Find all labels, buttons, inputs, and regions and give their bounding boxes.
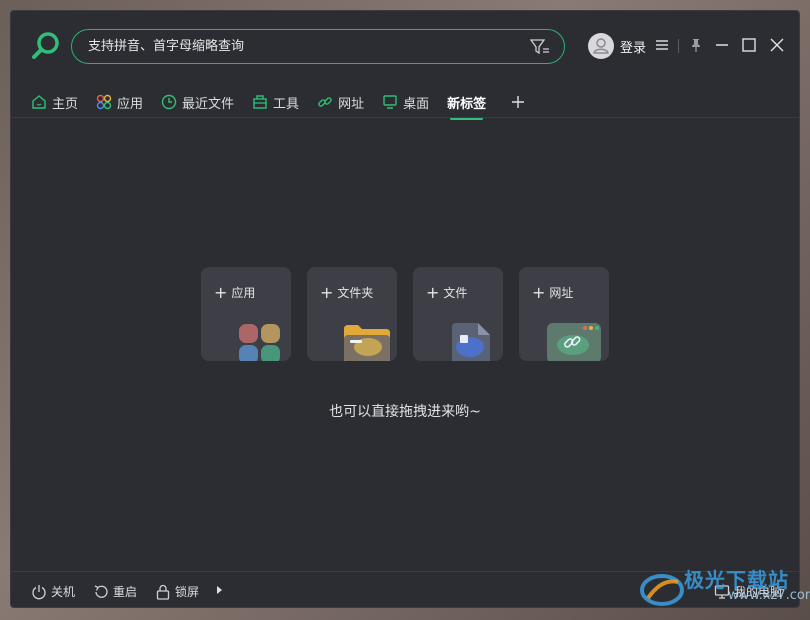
plus-icon: + bbox=[320, 282, 334, 302]
menu-icon[interactable] bbox=[653, 36, 671, 54]
add-folder-card[interactable]: + 文件夹 bbox=[307, 267, 397, 361]
toolbox-icon bbox=[252, 94, 268, 110]
tab-urls[interactable]: 网址 bbox=[317, 87, 364, 117]
drag-hint-text: 也可以直接拖拽进来哟~ bbox=[329, 404, 481, 420]
add-tab-icon[interactable] bbox=[510, 94, 526, 110]
apps-tile-icon bbox=[238, 323, 284, 361]
card-label: 文件 bbox=[443, 286, 468, 300]
search-logo-icon bbox=[31, 31, 61, 61]
header-separator bbox=[678, 39, 679, 53]
file-icon bbox=[450, 323, 496, 361]
close-icon[interactable] bbox=[768, 36, 786, 54]
app-window: 登录 主页 bbox=[10, 10, 800, 608]
power-icon bbox=[31, 584, 47, 600]
tab-tools[interactable]: 工具 bbox=[252, 87, 299, 117]
tab-desktop[interactable]: 桌面 bbox=[382, 87, 429, 117]
tab-new-tab[interactable]: 新标签 bbox=[447, 87, 487, 120]
login-label: 登录 bbox=[620, 40, 647, 56]
expand-arrow-icon[interactable] bbox=[215, 583, 225, 597]
lock-icon bbox=[155, 584, 171, 600]
tab-label: 最近文件 bbox=[182, 96, 235, 112]
search-input[interactable] bbox=[88, 30, 518, 63]
apps-icon bbox=[96, 94, 112, 110]
restart-label: 重启 bbox=[113, 585, 138, 599]
add-cards: + 应用 + 文件夹 + 文件 + 网址 bbox=[201, 267, 625, 361]
restart-icon bbox=[93, 584, 109, 600]
restart-button[interactable]: 重启 bbox=[93, 583, 137, 600]
my-computer-label: 我的电脑 bbox=[734, 585, 783, 599]
lock-label: 锁屏 bbox=[175, 585, 200, 599]
tab-label: 应用 bbox=[117, 96, 144, 112]
login-button[interactable]: 登录 bbox=[588, 33, 646, 59]
tab-home[interactable]: 主页 bbox=[31, 87, 78, 117]
plus-icon: + bbox=[426, 282, 440, 302]
tab-label: 网址 bbox=[338, 96, 365, 112]
plus-icon: + bbox=[214, 282, 228, 302]
avatar-icon bbox=[588, 33, 614, 59]
card-label: 网址 bbox=[549, 286, 574, 300]
card-label: 文件夹 bbox=[337, 286, 374, 300]
tab-recent-files[interactable]: 最近文件 bbox=[161, 87, 234, 117]
shutdown-button[interactable]: 关机 bbox=[31, 583, 75, 600]
footer-bar: 关机 重启 锁屏 我的电脑 bbox=[11, 571, 799, 607]
my-computer-button[interactable]: 我的电脑 bbox=[714, 583, 782, 600]
clock-icon bbox=[161, 94, 177, 110]
add-url-card[interactable]: + 网址 bbox=[519, 267, 609, 361]
monitor-icon bbox=[382, 94, 398, 110]
lock-screen-button[interactable]: 锁屏 bbox=[155, 583, 199, 600]
tab-label: 新标签 bbox=[447, 96, 487, 112]
browser-link-icon bbox=[547, 323, 601, 361]
plus-icon: + bbox=[532, 282, 546, 302]
card-label: 应用 bbox=[231, 286, 256, 300]
link-icon bbox=[317, 94, 333, 110]
minimize-icon[interactable] bbox=[713, 36, 731, 54]
filter-icon[interactable] bbox=[529, 38, 550, 56]
add-app-card[interactable]: + 应用 bbox=[201, 267, 291, 361]
folder-icon bbox=[344, 323, 390, 361]
home-icon bbox=[31, 94, 47, 110]
tab-label: 工具 bbox=[273, 96, 300, 112]
tab-label: 桌面 bbox=[403, 96, 430, 112]
tab-label: 主页 bbox=[52, 96, 79, 112]
shutdown-label: 关机 bbox=[51, 585, 76, 599]
maximize-icon[interactable] bbox=[740, 36, 758, 54]
tab-divider bbox=[11, 117, 799, 118]
tab-bar: 主页 应用 最近文件 工具 网址 桌面 新标签 bbox=[31, 87, 526, 120]
computer-icon bbox=[714, 584, 730, 600]
add-file-card[interactable]: + 文件 bbox=[413, 267, 503, 361]
pin-icon[interactable] bbox=[687, 36, 705, 54]
tab-apps[interactable]: 应用 bbox=[96, 87, 143, 117]
search-box[interactable] bbox=[71, 29, 565, 64]
